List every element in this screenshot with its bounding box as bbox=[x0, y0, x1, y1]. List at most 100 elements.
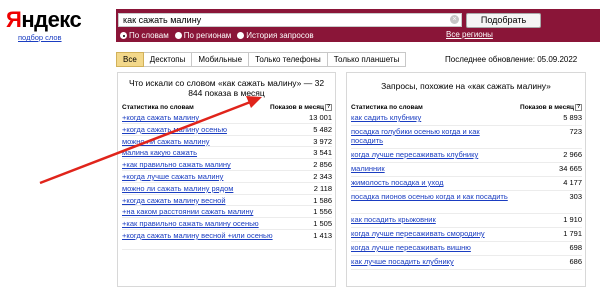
impressions-count: 2 118 bbox=[313, 183, 332, 193]
table-row: +когда сажать малину осенью 5 482 bbox=[122, 124, 332, 136]
tab-phones-only[interactable]: Только телефоны bbox=[249, 52, 328, 67]
search-input[interactable]: как сажать малину bbox=[118, 13, 462, 27]
logo-rest: ндекс bbox=[21, 7, 82, 32]
keyword-link[interactable]: +когда лучше сажать малину bbox=[122, 172, 223, 181]
keyword-link[interactable]: +как правильно сажать малину bbox=[122, 160, 231, 169]
table-row: +на каком расстоянии сажать малину 1 556 bbox=[122, 206, 332, 219]
column-headers: Статистика по словам Показов в месяц? bbox=[118, 103, 335, 112]
keyword-link[interactable]: когда лучше пересаживать смородину bbox=[351, 229, 485, 238]
tab-tablets-only[interactable]: Только планшеты bbox=[327, 52, 407, 67]
col-count-label: Показов в месяц bbox=[270, 104, 324, 111]
table-row: малина какую сажать 3 541 bbox=[122, 147, 332, 160]
table-row: посадка пионов осенью когда и как посади… bbox=[351, 191, 582, 214]
radio-by-words[interactable]: По словам bbox=[120, 31, 169, 40]
col-count-label: Показов в месяц bbox=[520, 104, 574, 111]
impressions-count: 2 856 bbox=[313, 160, 332, 170]
device-tabs: Все Десктопы Мобильные Только телефоны Т… bbox=[116, 52, 407, 67]
column-headers: Статистика по словам Показов в месяц? bbox=[347, 103, 585, 112]
impressions-count: 5 893 bbox=[563, 113, 582, 122]
impressions-count: 3 541 bbox=[313, 148, 332, 158]
keyword-link[interactable]: +на каком расстоянии сажать малину bbox=[122, 207, 253, 216]
impressions-count: 13 001 bbox=[309, 113, 332, 122]
impressions-count: 2 966 bbox=[563, 150, 582, 159]
impressions-count: 1 910 bbox=[563, 215, 582, 224]
keyword-link[interactable]: можно ли сажать малину рядом bbox=[122, 184, 233, 193]
keyword-link[interactable]: +когда сажать малину весной +или осенью bbox=[122, 231, 273, 240]
table-row: можно ли сажать малину 3 972 bbox=[122, 136, 332, 148]
col-keyword-header: Статистика по словам bbox=[351, 104, 423, 111]
radio-dot-icon bbox=[120, 32, 127, 39]
keyword-list: как садить клубнику 5 893 посадка голубики… bbox=[347, 112, 585, 270]
table-row: малинник 34 665 bbox=[351, 163, 582, 177]
impressions-count: 303 bbox=[569, 192, 582, 201]
keyword-link[interactable]: +когда сажать малину bbox=[122, 113, 199, 122]
keyword-link[interactable]: посадка голубики осенью когда и как поса… bbox=[351, 127, 511, 145]
logo-first-letter: Я bbox=[6, 7, 22, 32]
help-icon[interactable]: ? bbox=[325, 103, 332, 111]
word-selection-link[interactable]: подбор слов bbox=[18, 33, 62, 42]
radio-label: По регионам bbox=[183, 31, 232, 40]
impressions-count: 1 413 bbox=[313, 230, 332, 240]
table-row: как садить клубнику 5 893 bbox=[351, 112, 582, 126]
search-button[interactable]: Подобрать bbox=[466, 13, 541, 28]
impressions-count: 3 972 bbox=[313, 136, 332, 146]
tab-mobile[interactable]: Мобильные bbox=[192, 52, 250, 67]
keyword-link[interactable]: +когда сажать малину весной bbox=[122, 196, 226, 205]
tab-all[interactable]: Все bbox=[116, 52, 144, 67]
table-row: как посадить крыжовник 1 910 bbox=[351, 214, 582, 228]
col-count-header: Показов в месяц? bbox=[270, 103, 332, 112]
table-row: +когда сажать малину весной 1 586 bbox=[122, 195, 332, 207]
table-row: +как правильно сажать малину 2 856 bbox=[122, 159, 332, 171]
radio-label: По словам bbox=[129, 31, 169, 40]
table-row: когда лучше пересаживать вишню 698 bbox=[351, 242, 582, 256]
keyword-link[interactable]: посадка пионов осенью когда и как посади… bbox=[351, 192, 508, 201]
last-updated: Последнее обновление: 05.09.2022 bbox=[445, 55, 578, 64]
table-row: +когда сажать малину 13 001 bbox=[122, 112, 332, 124]
keyword-link[interactable]: малина какую сажать bbox=[122, 148, 197, 157]
impressions-count: 1 556 bbox=[313, 207, 332, 217]
keyword-link[interactable]: малинник bbox=[351, 164, 385, 173]
tab-desktops[interactable]: Десктопы bbox=[143, 52, 193, 67]
radio-dot-icon bbox=[174, 32, 182, 39]
help-icon[interactable]: ? bbox=[575, 103, 582, 111]
keyword-link[interactable]: как садить клубнику bbox=[351, 113, 421, 122]
keyword-link[interactable]: +как правильно сажать малину осенью bbox=[122, 219, 259, 228]
impressions-count: 4 177 bbox=[563, 178, 582, 187]
keyword-link[interactable]: как посадить крыжовник bbox=[351, 215, 436, 224]
radio-query-history[interactable]: История запросов bbox=[237, 31, 314, 40]
related-searches-panel: Что искали со словом «как сажать малину»… bbox=[117, 72, 336, 287]
panel-title: Запросы, похожие на «как сажать малину» bbox=[381, 81, 551, 91]
table-row: жимолость посадка и уход 4 177 bbox=[351, 177, 582, 191]
keyword-link[interactable]: жимолость посадка и уход bbox=[351, 178, 443, 187]
table-row: +как правильно сажать малину осенью 1 505 bbox=[122, 218, 332, 230]
impressions-count: 5 482 bbox=[313, 124, 332, 134]
keyword-link[interactable]: как лучше посадить клубнику bbox=[351, 257, 454, 266]
impressions-count: 1 586 bbox=[313, 195, 332, 205]
impressions-count: 2 343 bbox=[313, 171, 332, 181]
keyword-link[interactable]: можно ли сажать малину bbox=[122, 137, 209, 146]
radio-dot-icon bbox=[237, 32, 245, 39]
impressions-count: 723 bbox=[569, 127, 582, 136]
search-bar: как сажать малину × Подобрать По словам … bbox=[116, 9, 600, 42]
impressions-count: 686 bbox=[569, 257, 582, 266]
impressions-count: 698 bbox=[569, 243, 582, 252]
similar-queries-panel: Запросы, похожие на «как сажать малину» … bbox=[346, 72, 586, 287]
col-count-header: Показов в месяц? bbox=[520, 103, 582, 112]
keyword-link[interactable]: когда лучше пересаживать вишню bbox=[351, 243, 471, 252]
keyword-link[interactable]: +когда сажать малину осенью bbox=[122, 125, 227, 134]
radio-label: История запросов bbox=[246, 31, 314, 40]
table-row: +когда сажать малину весной +или осенью 1… bbox=[122, 230, 332, 250]
col-keyword-header: Статистика по словам bbox=[122, 104, 194, 111]
table-row: можно ли сажать малину рядом 2 118 bbox=[122, 183, 332, 195]
table-row: посадка голубики осенью когда и как поса… bbox=[351, 126, 582, 149]
all-regions-link[interactable]: Все регионы bbox=[446, 30, 493, 39]
table-row: когда лучше пересаживать клубнику 2 966 bbox=[351, 149, 582, 163]
impressions-count: 34 665 bbox=[559, 164, 582, 173]
radio-by-regions[interactable]: По регионам bbox=[174, 31, 232, 40]
panel-title: Что искали со словом «как сажать малину»… bbox=[128, 78, 325, 98]
keyword-list: +когда сажать малину 13 001 +когда сажать … bbox=[118, 112, 335, 250]
keyword-link[interactable]: когда лучше пересаживать клубнику bbox=[351, 150, 478, 159]
impressions-count: 1 505 bbox=[313, 219, 332, 229]
clear-icon[interactable]: × bbox=[450, 15, 459, 24]
yandex-logo[interactable]: Яндекс bbox=[6, 7, 82, 33]
